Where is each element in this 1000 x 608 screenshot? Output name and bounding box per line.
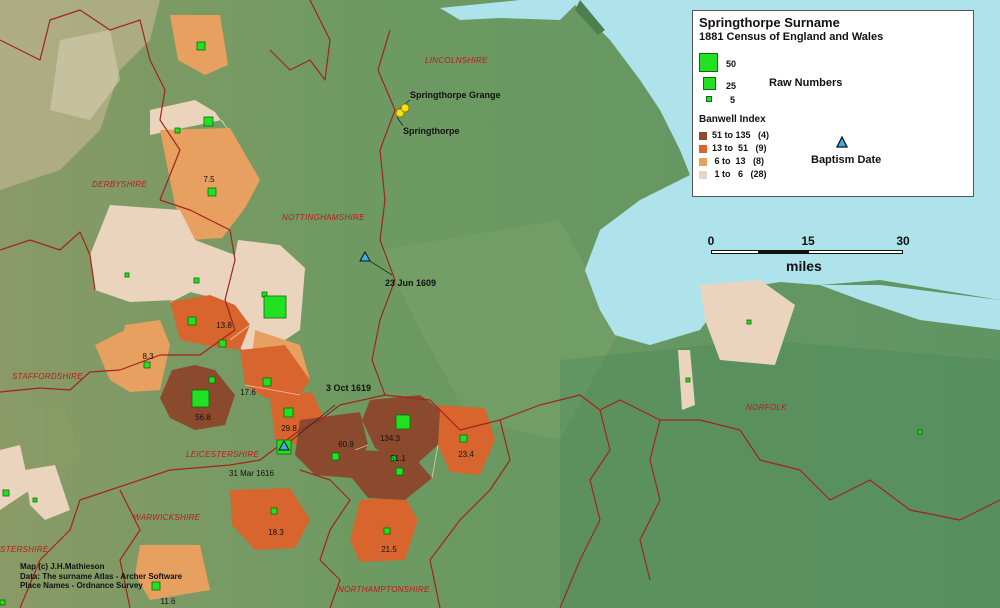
scale-segment [711,250,759,254]
raw-marker [143,361,151,369]
raw-marker [32,497,38,503]
raw-marker [0,599,6,606]
raw-marker [218,339,227,348]
legend-swatch-4 [699,171,707,179]
legend-size-label: 50 [726,59,737,69]
legend-class-label: 6 to 13 (8) [712,156,765,166]
index-value: 13.8 [216,321,232,330]
legend-raw-title: Raw Numbers [769,77,843,89]
index-value: 21.5 [381,545,397,554]
index-value: 18.3 [268,528,284,537]
index-value: 23.4 [458,450,474,459]
raw-marker [746,319,752,325]
raw-marker [383,527,391,535]
raw-marker [395,414,411,430]
baptism-date: 31 Mar 1616 [229,469,274,478]
legend-subtitle: 1881 Census of England and Wales [699,31,884,43]
credit-line: Place Names - Ordnance Survey [20,581,143,590]
legend-baptism-label: Baptism Date [811,154,882,166]
legend-title: Springthorpe Surname [699,15,840,30]
legend-swatch-3 [699,158,707,166]
legend-square-50 [699,53,718,72]
scale-segment [808,250,903,254]
scale-tick: 30 [896,234,910,248]
raw-marker [262,377,272,387]
index-value: 8.3 [142,352,154,361]
legend-swatch-1 [699,132,707,140]
raw-marker [331,452,340,461]
credit-line: Map (c) J.H.Mathieson [20,562,105,571]
county-label: DERBYSHIRE [92,180,148,189]
raw-marker [270,507,278,515]
legend-size-label: 5 [730,95,736,105]
county-label: LINCOLNSHIRE [425,56,488,65]
raw-marker [283,407,294,418]
raw-marker [917,429,923,435]
scale-tick: 0 [707,234,715,248]
legend-swatch-2 [699,145,707,153]
scale-unit: miles [786,258,822,274]
legend-square-5 [706,96,712,102]
raw-marker [187,316,197,326]
index-value: 56.8 [195,413,211,422]
place-label-springthorpe: Springthorpe [403,126,460,136]
legend: Springthorpe Surname 1881 Census of Engl… [692,10,974,197]
raw-marker [685,377,691,383]
baptism-triangle-icon [835,135,849,148]
raw-marker [191,389,210,408]
baptism-date: 3 Oct 1619 [326,383,372,393]
raw-marker [207,187,217,197]
county-label: WARWICKSHIRE [133,513,201,522]
raw-marker [459,434,468,443]
raw-marker [395,467,404,476]
legend-banwell-title: Banwell Index [699,114,766,125]
legend-class-label: 13 to 51 (9) [712,143,767,153]
scale-segment [759,250,808,254]
baptism-date: 23 Jun 1609 [385,278,437,288]
county-label: NORFOLK [746,403,787,412]
raw-marker [196,41,206,51]
raw-marker [2,489,10,497]
index-value: 11.6 [160,597,176,606]
county-label: STERSHIRE [0,545,49,554]
index-value: 29.8 [281,424,297,433]
county-label: NORTHAMPTONSHIRE [338,585,430,594]
index-value: 17.6 [240,388,256,397]
legend-square-25 [703,77,716,90]
scale-bar: 0 15 30 miles [707,234,910,280]
index-value: 7.5 [203,175,215,184]
raw-marker [208,376,216,384]
legend-class-label: 1 to 6 (28) [712,169,767,179]
legend-class-label: 51 to 135 (4) [712,130,770,140]
county-label: STAFFORDSHIRE [12,372,83,381]
raw-marker [203,116,214,127]
raw-marker [263,295,287,319]
index-value: 51.1 [390,454,406,463]
scale-tick: 15 [801,234,815,248]
index-value: 134.3 [379,434,401,443]
map-view: LINCOLNSHIRE DERBYSHIRE NOTTINGHAMSHIRE … [0,0,1000,608]
place-label-springthorpe-grange: Springthorpe Grange [410,90,501,100]
raw-marker [124,272,130,278]
raw-marker [174,127,181,134]
map-credits: Map (c) J.H.Mathieson Data: The surname … [20,562,182,591]
county-label: LEICESTERSHIRE [186,450,260,459]
place-marker [400,103,410,113]
legend-size-label: 25 [726,81,737,91]
credit-line: Data: The surname Atlas - Archer Softwar… [20,571,183,581]
county-label: NOTTINGHAMSHIRE [282,213,365,222]
index-value: 60.9 [338,440,354,449]
raw-marker [193,277,200,284]
